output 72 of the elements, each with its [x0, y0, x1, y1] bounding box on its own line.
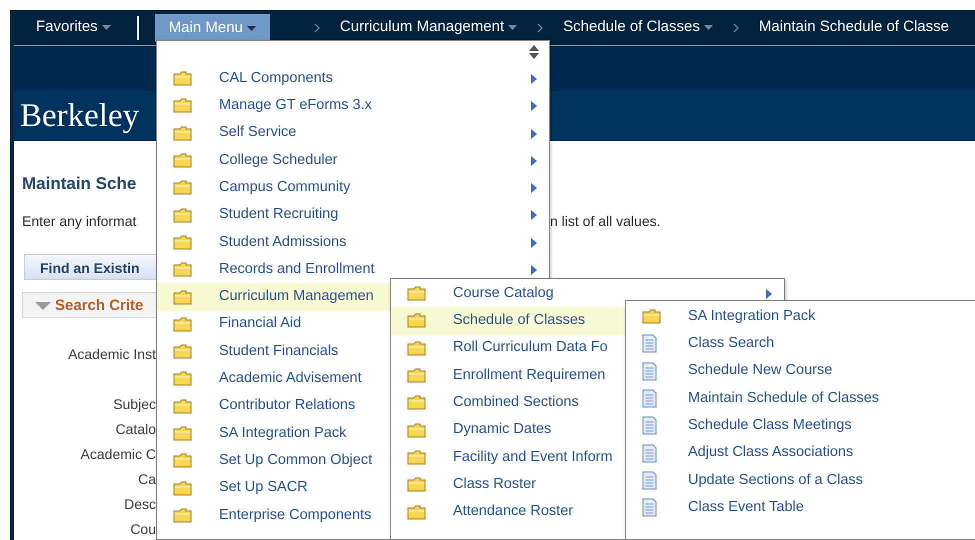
folder-icon [407, 450, 426, 465]
folder-icon [173, 98, 192, 114]
menu-item[interactable]: Student Recruiting [157, 201, 549, 229]
scroll-icon [529, 45, 539, 59]
folder-icon [407, 395, 426, 410]
page-title: Maintain Sche [22, 173, 138, 195]
document-icon [642, 334, 657, 354]
folder-icon [407, 368, 426, 384]
menu-item[interactable]: College Scheduler [157, 146, 549, 174]
instructions-text: n list of all values. [550, 212, 660, 230]
document-icon [642, 362, 657, 381]
menu-item[interactable]: Student Admissions [157, 228, 549, 256]
chevron-icon [732, 22, 739, 32]
field-label: Cou [129, 520, 156, 538]
folder-icon [173, 371, 192, 386]
folder-icon [173, 398, 192, 414]
folder-icon [173, 262, 192, 278]
caret-icon [508, 25, 518, 30]
instructions-text: Enter any informat [22, 212, 138, 231]
document-icon [642, 498, 657, 518]
menu-item[interactable]: Manage GT eForms 3.x [157, 92, 549, 120]
menu-item[interactable]: Update Sections of a Class [626, 466, 975, 494]
folder-icon [173, 153, 192, 168]
field-label: Academic C [80, 444, 156, 464]
menu-item[interactable]: Schedule New Course [626, 358, 975, 385]
folder-icon [173, 453, 192, 468]
menu-item[interactable]: Self Service [157, 120, 549, 147]
folder-icon [407, 504, 426, 520]
chevron-icon [314, 22, 320, 32]
collapse-icon [35, 302, 51, 310]
field-label: Academic Inst [67, 344, 156, 364]
folder-icon [173, 234, 192, 250]
nav-menu-link[interactable]: Schedule of Classes [557, 16, 719, 39]
folder-icon [173, 71, 192, 86]
field-label: Desc [123, 494, 156, 514]
field-label: Subjec [112, 394, 156, 414]
section-header[interactable]: Search Crite [22, 292, 156, 318]
folder-icon [173, 208, 192, 223]
folder-icon [173, 180, 192, 196]
folder-icon [407, 477, 426, 492]
menu-item[interactable]: Adjust Class Associations [626, 439, 975, 467]
document-icon [642, 444, 657, 463]
field-label: Catalo [114, 420, 156, 438]
caret-icon [102, 25, 111, 30]
folder-icon [173, 480, 192, 496]
nav-menu-link[interactable]: Maintain Schedule of Classe [752, 16, 955, 39]
menu-item[interactable]: Maintain Schedule of Classes [626, 384, 975, 412]
folder-icon [173, 344, 192, 360]
folder-icon [173, 290, 192, 305]
folder-icon [407, 286, 426, 302]
folder-icon [173, 126, 192, 141]
caret-icon [246, 26, 256, 30]
document-icon [642, 470, 657, 490]
folder-icon [173, 508, 192, 523]
folder-icon [642, 309, 661, 324]
menu-item[interactable]: Schedule Class Meetings [626, 412, 975, 440]
folder-icon [173, 316, 192, 332]
search-tab[interactable]: Find an Existin [24, 254, 156, 280]
menu-item[interactable]: Class Event Table [626, 494, 975, 522]
chevron-icon [537, 22, 544, 32]
folder-icon [407, 313, 426, 328]
folder-icon [407, 422, 426, 438]
document-icon [642, 389, 657, 408]
folder-icon [407, 340, 426, 356]
menu-item[interactable]: Campus Community [157, 174, 549, 202]
folder-icon [173, 426, 192, 441]
document-icon [642, 416, 657, 436]
nav-menu-link[interactable]: Favorites [30, 16, 117, 39]
nav-menu-link[interactable]: Curriculum Management [334, 16, 524, 39]
university-logo: Berkeley [20, 98, 140, 134]
caret-icon [704, 25, 713, 30]
field-label: Ca [137, 470, 156, 488]
